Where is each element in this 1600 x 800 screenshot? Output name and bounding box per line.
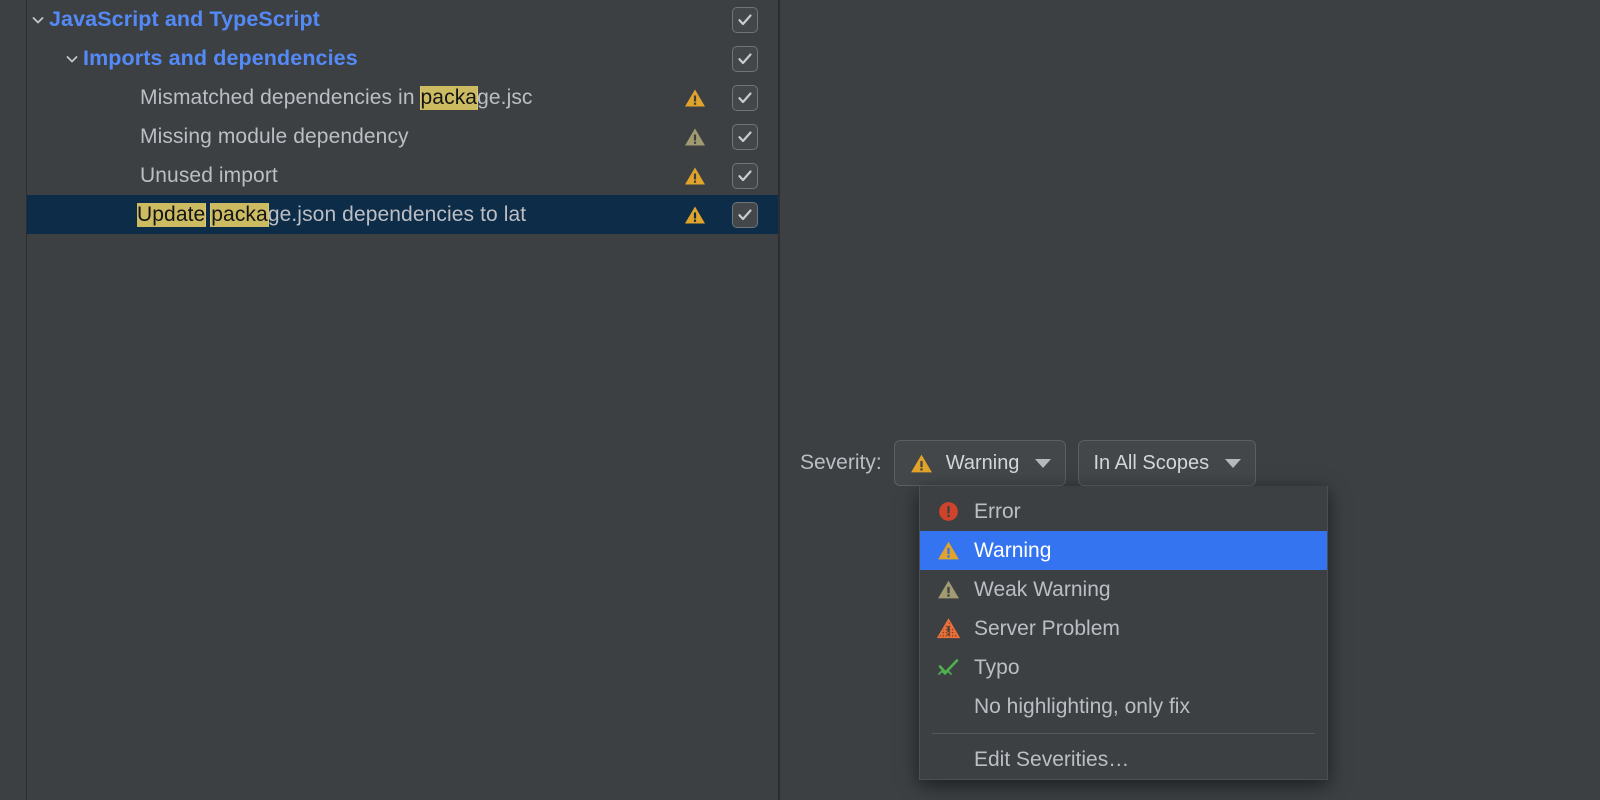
menu-item-edit-severities[interactable]: Edit Severities… [920,740,1327,779]
warning-icon [678,164,712,188]
menu-item-no-highlighting-only-fix[interactable]: No highlighting, only fix [920,687,1327,726]
tree-row-checkbox[interactable] [712,6,778,33]
menu-item-label: Warning [974,538,1052,562]
menu-item-label: Weak Warning [974,577,1111,601]
search-match-highlight: packa [420,85,478,110]
tree-row-label: Missing module dependency [140,124,409,148]
tree-row-group-javascript-and-typescript[interactable]: JavaScript and TypeScript [27,0,778,39]
tree-row-checkbox[interactable] [712,123,778,150]
menu-item-server-problem[interactable]: Server Problem [920,609,1327,648]
weak-warning-icon [936,577,974,602]
menu-item-label: Server Problem [974,616,1120,640]
scope-combo-button[interactable]: In All Scopes [1078,440,1257,486]
tree-row-label: Imports and dependencies [83,46,358,70]
checkbox-checked[interactable] [732,201,758,228]
menu-item-label: Edit Severities… [974,747,1130,771]
tree-row-label: Update package.json dependencies to lat [137,202,527,227]
chevron-down-icon[interactable] [27,0,49,39]
menu-item-label: No highlighting, only fix [974,694,1190,718]
severity-combo-value: Warning [945,451,1020,474]
error-icon [936,499,974,524]
tree-row-checkbox[interactable] [712,162,778,189]
warning-icon [678,203,712,227]
severity-combo-button[interactable]: Warning [893,440,1067,486]
menu-item-error[interactable]: Error [920,492,1327,531]
warning-icon [678,86,712,110]
search-match-highlight: packa [211,202,268,227]
severity-label: Severity: [800,451,882,474]
inspection-tree[interactable]: JavaScript and TypeScript Imports and de… [27,0,778,234]
chevron-down-icon[interactable] [1225,458,1242,468]
checkbox-checked[interactable] [732,84,758,111]
tree-row-label: Unused import [140,163,278,187]
menu-separator [932,733,1315,734]
checkbox-checked[interactable] [732,123,758,150]
checkbox-checked[interactable] [732,162,758,189]
tree-row-inspection-missing-module-dependency[interactable]: Missing module dependency [27,117,778,156]
tree-row-checkbox[interactable] [712,84,778,111]
tree-row-inspection-update-package-json-dependencies[interactable]: Update package.json dependencies to lat [27,195,778,234]
panel-divider[interactable] [778,0,780,800]
menu-item-typo[interactable]: Typo [920,648,1327,687]
tree-row-label: JavaScript and TypeScript [49,7,320,31]
tree-row-label: Mismatched dependencies in package.jsc [140,85,533,110]
warning-icon [909,451,934,476]
tree-row-checkbox[interactable] [712,45,778,72]
chevron-down-icon[interactable] [1035,458,1052,468]
inspection-tree-panel: JavaScript and TypeScript Imports and de… [0,0,780,800]
checkbox-checked[interactable] [732,6,758,33]
severity-toolbar: Severity: Warning In All Scopes [800,440,1257,486]
menu-item-weak-warning[interactable]: Weak Warning [920,570,1327,609]
tree-row-group-imports-and-dependencies[interactable]: Imports and dependencies [27,39,778,78]
search-match-highlight: Update [137,202,206,227]
warning-icon [936,538,974,563]
chevron-down-icon[interactable] [61,39,83,78]
scope-combo-value: In All Scopes [1093,451,1210,474]
tree-row-inspection-unused-import[interactable]: Unused import [27,156,778,195]
checkbox-checked[interactable] [732,45,758,72]
typo-icon [936,655,974,681]
tree-row-checkbox[interactable] [712,201,778,228]
menu-item-label: Error [974,499,1021,523]
tree-row-inspection-mismatched-dependencies[interactable]: Mismatched dependencies in package.jsc [27,78,778,117]
severity-dropdown-menu[interactable]: Error Warning Weak Warning Server Proble… [919,486,1328,780]
server-problem-icon [936,616,974,641]
menu-item-warning[interactable]: Warning [920,531,1327,570]
menu-item-label: Typo [974,655,1020,679]
tree-left-gutter [0,0,27,800]
weak-warning-icon [678,125,712,149]
